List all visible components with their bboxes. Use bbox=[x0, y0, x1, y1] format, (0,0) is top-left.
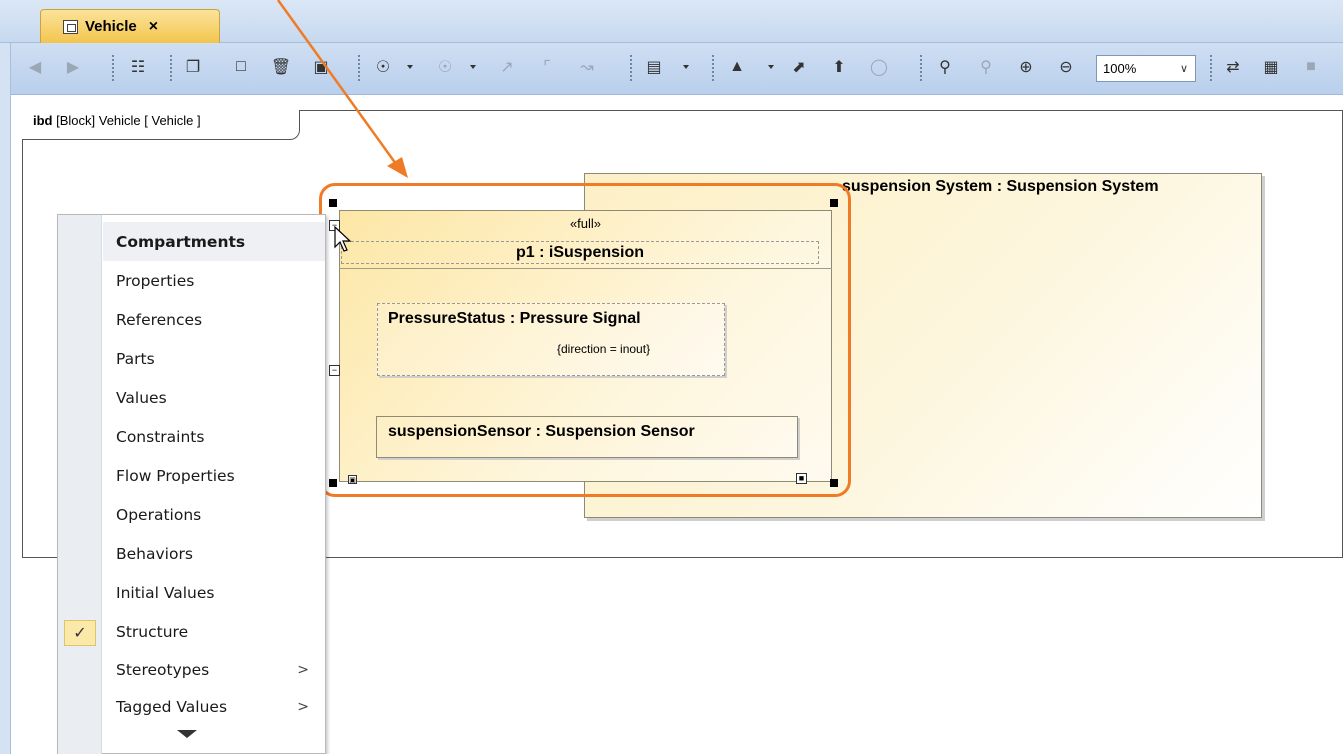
close-icon[interactable]: × bbox=[149, 18, 158, 34]
back-icon[interactable]: ◀ bbox=[24, 56, 46, 78]
zoom-value: 100% bbox=[1103, 61, 1137, 76]
menu-item-label: Values bbox=[116, 388, 167, 407]
menu-item-label: Flow Properties bbox=[116, 466, 235, 485]
toolbar-separator bbox=[1210, 55, 1212, 81]
mouse-cursor-icon bbox=[334, 226, 352, 252]
layout-options-icon[interactable]: ☉ bbox=[434, 56, 456, 78]
chevron-down-icon: ∨ bbox=[1179, 63, 1188, 75]
menu-item-references[interactable]: References bbox=[103, 300, 325, 339]
display-options-icon[interactable]: ▤ bbox=[643, 56, 665, 78]
check-icon: ✓ bbox=[64, 620, 96, 646]
zoom-select[interactable]: 100% ∨ bbox=[1096, 55, 1196, 82]
layout-options-dropdown-icon[interactable] bbox=[470, 65, 476, 69]
toolbar-separator bbox=[170, 55, 172, 81]
diagram-toolbar: ◀ ▶ ☷ ❐ □ 🗑 ▣ ☉ ☉ ↗ ⌜ ↝ ▤ ▲ ⬈ ⬆ ◯ ⚲ ⚲ ⊕ … bbox=[0, 43, 1343, 95]
scroll-down-icon[interactable] bbox=[177, 730, 197, 738]
submenu-arrow-icon: > bbox=[297, 661, 309, 678]
menu-item-properties[interactable]: Properties bbox=[103, 261, 325, 300]
menu-item-flow-properties[interactable]: Flow Properties bbox=[103, 456, 325, 495]
tree-icon[interactable]: ☷ bbox=[127, 56, 149, 78]
suspension-system-title: suspension System : Suspension System bbox=[842, 178, 1159, 195]
diagram-kind: ibd bbox=[33, 113, 53, 128]
menu-item-label: References bbox=[116, 310, 203, 329]
zoom-selection-icon[interactable]: ⚲ bbox=[975, 56, 997, 78]
menu-item-operations[interactable]: Operations bbox=[103, 495, 325, 534]
menu-item-label: Constraints bbox=[116, 427, 205, 446]
zoom-out-icon[interactable]: ⊖ bbox=[1055, 56, 1077, 78]
toolbar-separator bbox=[712, 55, 714, 81]
menu-item-label: Stereotypes bbox=[116, 660, 210, 679]
fill-color-dropdown-icon[interactable] bbox=[768, 65, 774, 69]
menu-item-structure[interactable]: Structure bbox=[103, 612, 325, 651]
insert-icon[interactable]: ⇄ bbox=[1222, 56, 1244, 78]
path-rectilinear-icon[interactable]: ⌜ bbox=[536, 56, 558, 78]
menu-item-stereotypes[interactable]: Stereotypes > bbox=[103, 650, 325, 689]
toolbar-separator bbox=[112, 55, 114, 81]
left-panel-edge bbox=[0, 43, 11, 754]
menu-item-initial-values[interactable]: Initial Values bbox=[103, 573, 325, 612]
path-straight-icon[interactable]: ↗ bbox=[496, 56, 518, 78]
menu-item-label: Properties bbox=[116, 271, 195, 290]
paste-icon[interactable]: □ bbox=[230, 56, 252, 78]
menu-item-label: Parts bbox=[116, 349, 155, 368]
menu-header-compartments: Compartments bbox=[103, 222, 325, 261]
diagram-name-label: ibd [Block] Vehicle [ Vehicle ] bbox=[22, 110, 300, 140]
tab-vehicle[interactable]: Vehicle × bbox=[40, 9, 220, 43]
menu-item-label: Operations bbox=[116, 505, 202, 524]
menu-item-parts[interactable]: Parts bbox=[103, 339, 325, 378]
auto-icon[interactable]: ◯ bbox=[868, 56, 890, 78]
zoom-fit-icon[interactable]: ⚲ bbox=[934, 56, 956, 78]
toolbar-separator bbox=[630, 55, 632, 81]
sync-icon[interactable]: ⬈ bbox=[788, 56, 810, 78]
callout-arrow bbox=[276, 0, 408, 178]
zoom-in-icon[interactable]: ⊕ bbox=[1015, 56, 1037, 78]
toolbar-separator bbox=[920, 55, 922, 81]
copy-icon[interactable]: ❐ bbox=[182, 56, 204, 78]
overflow-icon[interactable]: ■ bbox=[1300, 56, 1322, 78]
sync-up-icon[interactable]: ⬆ bbox=[828, 56, 850, 78]
highlight-frame bbox=[319, 183, 851, 497]
menu-icon-gutter bbox=[58, 215, 102, 754]
menu-item-behaviors[interactable]: Behaviors bbox=[103, 534, 325, 573]
display-options-dropdown-icon[interactable] bbox=[683, 65, 689, 69]
menu-item-tagged-values[interactable]: Tagged Values > bbox=[103, 687, 325, 726]
menu-item-label: Initial Values bbox=[116, 583, 215, 602]
path-oblique-icon[interactable]: ↝ bbox=[576, 56, 598, 78]
grid-icon[interactable]: ▦ bbox=[1260, 56, 1282, 78]
menu-item-label: Tagged Values bbox=[116, 697, 228, 716]
menu-item-label: Behaviors bbox=[116, 544, 193, 563]
diagram-icon bbox=[63, 19, 78, 34]
menu-item-values[interactable]: Values bbox=[103, 378, 325, 417]
submenu-arrow-icon: > bbox=[297, 698, 309, 715]
menu-item-label: Structure bbox=[116, 622, 189, 641]
tab-vehicle-label: Vehicle bbox=[85, 18, 137, 35]
fill-color-icon[interactable]: ▲ bbox=[726, 56, 748, 78]
forward-icon[interactable]: ▶ bbox=[62, 56, 84, 78]
diagram-title: [Block] Vehicle [ Vehicle ] bbox=[52, 113, 201, 128]
menu-item-constraints[interactable]: Constraints bbox=[103, 417, 325, 456]
